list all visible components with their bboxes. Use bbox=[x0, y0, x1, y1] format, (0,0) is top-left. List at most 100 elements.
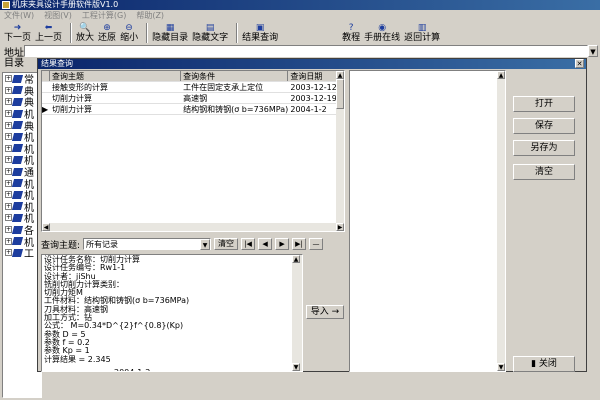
tree-item[interactable]: + 机 bbox=[3, 143, 41, 156]
return-calc-button[interactable]: ▥ 返回计算 bbox=[404, 21, 440, 43]
table-row[interactable]: 接触变形的计算 工件在固定支承上定位 2003-12-12 bbox=[42, 82, 344, 93]
expand-icon[interactable]: + bbox=[5, 98, 12, 106]
help-icon: ? bbox=[348, 23, 354, 33]
scroll-up-icon[interactable]: ▲ bbox=[292, 255, 300, 263]
table-row[interactable]: ▶ 切削力计算 结构钢和铸钢(σ b=736MPa) 2004-1-2 bbox=[42, 104, 344, 115]
scroll-thumb[interactable] bbox=[336, 79, 344, 109]
tree-item[interactable]: + 机 bbox=[3, 177, 41, 191]
expand-icon[interactable]: + bbox=[5, 156, 12, 164]
zoom-in-button[interactable]: 🔍 放大 bbox=[76, 21, 94, 43]
clear-button[interactable]: 清空 bbox=[513, 164, 575, 180]
save-as-button[interactable]: 另存为 bbox=[513, 140, 575, 156]
address-input[interactable] bbox=[24, 45, 588, 57]
directory-tree[interactable]: + 常 + 典 + 典 + 机 + 典 + 机 + 机 + 机 + 通 + 机 + 机 + 机 + 机 + 各 + 机 + 工 bbox=[2, 72, 42, 398]
open-button[interactable]: 打开 bbox=[513, 96, 575, 112]
table-vertical-scrollbar[interactable]: ▲ ▼ bbox=[336, 71, 344, 231]
expand-icon[interactable]: + bbox=[5, 144, 12, 152]
detail-text-area[interactable]: 设计任务名称：切削力计算 设计任务编号：Rw1-1 设计者：jiShu 铣削切削力计算… bbox=[41, 254, 303, 372]
last-record-button[interactable]: ▶| bbox=[292, 238, 307, 250]
prev-record-button[interactable]: ◀ bbox=[258, 238, 273, 250]
tree-item[interactable]: + 各 bbox=[3, 224, 41, 237]
tree-item[interactable]: + 机 bbox=[3, 154, 41, 167]
query-clear-button[interactable]: 清空 bbox=[214, 238, 239, 250]
dialog-title: 结果查询 bbox=[38, 59, 586, 69]
tree-item[interactable]: + 机 bbox=[3, 189, 41, 202]
close-icon[interactable]: ✕ bbox=[575, 59, 584, 68]
book-icon bbox=[11, 86, 24, 95]
hide-directory-button[interactable]: ▦ 隐藏目录 bbox=[152, 21, 188, 43]
result-query-button[interactable]: ▣ 结果查询 bbox=[242, 21, 278, 43]
book-icon bbox=[11, 74, 24, 83]
detail-vertical-scrollbar[interactable]: ▲ ▼ bbox=[292, 255, 302, 371]
tree-item[interactable]: + 机 bbox=[3, 201, 41, 214]
tree-item[interactable]: + 机 bbox=[3, 235, 41, 249]
scroll-up-icon[interactable]: ▲ bbox=[336, 71, 344, 79]
expand-icon[interactable]: + bbox=[5, 121, 12, 129]
book-icon bbox=[11, 202, 24, 211]
expand-icon[interactable]: + bbox=[5, 226, 12, 234]
column-header-topic[interactable]: 查询主题 bbox=[50, 71, 182, 81]
chevron-down-icon[interactable]: ▼ bbox=[200, 239, 211, 250]
menu-help[interactable]: 帮助(Z) bbox=[136, 10, 164, 21]
expand-icon[interactable]: + bbox=[5, 75, 12, 83]
delete-record-button[interactable]: — bbox=[309, 238, 324, 250]
tree-item[interactable]: + 典 bbox=[3, 119, 41, 133]
result-vertical-scrollbar[interactable]: ▲ ▼ bbox=[497, 71, 505, 371]
scroll-down-icon[interactable]: ▼ bbox=[497, 363, 505, 371]
table-row[interactable]: 切削力计算 高速钢 2003-12-19 bbox=[42, 93, 344, 104]
tutorial-button[interactable]: ? 教程 bbox=[342, 21, 360, 43]
manual-online-button[interactable]: ◉ 手册在线 bbox=[364, 21, 400, 43]
tree-item[interactable]: + 典 bbox=[3, 96, 41, 109]
tree-item[interactable]: + 典 bbox=[3, 85, 41, 98]
arrow-left-icon: ⬅ bbox=[44, 23, 53, 33]
result-text-area[interactable]: ▲ ▼ bbox=[349, 70, 506, 372]
expand-icon[interactable]: + bbox=[5, 202, 12, 210]
expand-icon[interactable]: + bbox=[5, 191, 12, 199]
tree-item[interactable]: + 通 bbox=[3, 166, 41, 179]
hide-text-button[interactable]: ▤ 隐藏文字 bbox=[192, 21, 228, 43]
table-cell: 接触变形的计算 bbox=[51, 83, 108, 92]
scroll-down-icon[interactable]: ▼ bbox=[292, 363, 300, 371]
table-header: 查询主题 查询条件 查询日期 bbox=[42, 71, 344, 82]
table-horizontal-scrollbar[interactable]: ◀ ▶ bbox=[42, 223, 344, 231]
tree-item[interactable]: + 机 bbox=[3, 131, 41, 144]
menu-calc[interactable]: 工程计算(G) bbox=[82, 10, 126, 21]
expand-icon[interactable]: + bbox=[5, 86, 12, 94]
tree-item[interactable]: + 机 bbox=[3, 212, 41, 225]
next-record-button[interactable]: ▶ bbox=[275, 238, 290, 250]
zoom-out-button[interactable]: ⊖ 缩小 bbox=[120, 21, 138, 43]
tree-item[interactable]: + 常 bbox=[3, 73, 41, 86]
window-title: 机床夹具设计手册软件版V1.0 bbox=[12, 0, 119, 9]
scroll-up-icon[interactable]: ▲ bbox=[497, 71, 505, 79]
first-record-button[interactable]: |◀ bbox=[241, 238, 256, 250]
expand-icon[interactable]: + bbox=[5, 179, 12, 187]
scroll-right-icon[interactable]: ▶ bbox=[336, 223, 344, 231]
query-topic-select[interactable]: 所有记录 ▼ bbox=[83, 238, 212, 250]
restore-button[interactable]: ⊕ 还原 bbox=[98, 21, 116, 43]
save-button[interactable]: 保存 bbox=[513, 118, 575, 134]
scroll-left-icon[interactable]: ◀ bbox=[42, 223, 50, 231]
menu-file[interactable]: 文件(W) bbox=[4, 10, 34, 21]
expand-icon[interactable]: + bbox=[5, 249, 12, 257]
import-button[interactable]: 导入 → bbox=[306, 305, 344, 319]
prev-page-button[interactable]: ⬅ 上一页 bbox=[35, 21, 62, 43]
column-header-condition[interactable]: 查询条件 bbox=[181, 71, 289, 81]
chevron-down-icon[interactable]: ▼ bbox=[588, 45, 598, 57]
tree-item[interactable]: + 工 bbox=[3, 247, 41, 260]
address-bar: 地址 ▼ bbox=[0, 44, 600, 59]
toolbar-separator bbox=[70, 23, 73, 43]
expand-icon[interactable]: + bbox=[5, 214, 12, 222]
expand-icon[interactable]: + bbox=[5, 133, 12, 141]
book-icon bbox=[11, 97, 24, 106]
expand-icon[interactable]: + bbox=[5, 168, 12, 176]
detail-line: 计算结果 = 2.345 bbox=[44, 354, 111, 364]
expand-icon[interactable]: + bbox=[5, 110, 12, 118]
next-page-button[interactable]: ➜ 下一页 bbox=[4, 21, 31, 43]
expand-icon[interactable]: + bbox=[5, 237, 12, 245]
online-icon: ◉ bbox=[378, 23, 387, 33]
book-icon bbox=[11, 167, 24, 176]
table-cell: 切削力计算 bbox=[51, 94, 92, 103]
close-button[interactable]: ▮ 关闭 bbox=[513, 356, 575, 372]
tree-item[interactable]: + 机 bbox=[3, 108, 41, 121]
menu-view[interactable]: 视图(V) bbox=[44, 10, 72, 21]
